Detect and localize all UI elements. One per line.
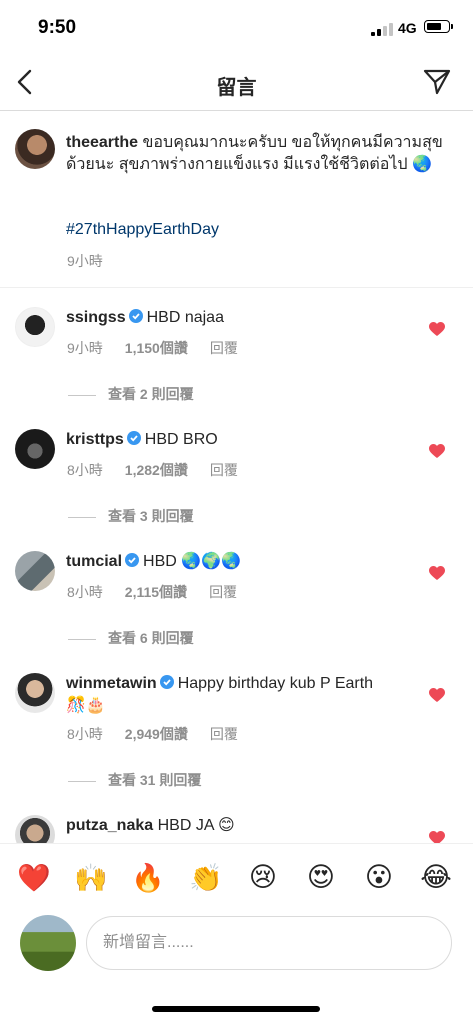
caption-text-block: theearthe ขอบคุณมากนะครับบ ขอให้ทุกคนมีค… bbox=[66, 132, 461, 176]
comment-time: 8小時 bbox=[67, 726, 103, 742]
comment-meta: 8小時 2,115個讚 回覆 bbox=[67, 582, 237, 602]
liked-heart-icon[interactable] bbox=[429, 444, 445, 459]
commenter-avatar[interactable] bbox=[15, 673, 55, 713]
header-divider bbox=[0, 110, 473, 111]
emoji-heart-button[interactable]: ❤️ bbox=[16, 862, 52, 894]
verified-badge-icon bbox=[159, 675, 174, 689]
comment-text-block: putza_naka HBD JA 😊 bbox=[66, 815, 396, 837]
comment-likes[interactable]: 2,115個讚 bbox=[125, 584, 187, 600]
comment-meta: 9小時 1,150個讚 回覆 bbox=[67, 338, 238, 358]
comment-likes[interactable]: 1,282個讚 bbox=[125, 462, 188, 478]
comment-text-block: tumcial HBD 🌏🌍🌏 bbox=[66, 551, 396, 573]
comment-username[interactable]: tumcial bbox=[66, 553, 122, 570]
commenter-avatar[interactable] bbox=[15, 429, 55, 469]
comment-time: 8小時 bbox=[67, 584, 103, 600]
caption-author-avatar[interactable] bbox=[15, 129, 55, 169]
verified-badge-icon bbox=[128, 309, 143, 323]
comment-meta: 8小時 1,282個讚 回覆 bbox=[67, 460, 238, 480]
caption-hashtag[interactable]: #27thHappyEarthDay bbox=[66, 221, 219, 239]
battery-level bbox=[427, 23, 441, 30]
comment-likes[interactable]: 1,150個讚 bbox=[125, 340, 188, 356]
liked-heart-icon[interactable] bbox=[429, 322, 445, 337]
cellular-signal-icon bbox=[371, 23, 393, 36]
home-indicator[interactable] bbox=[152, 1006, 320, 1012]
liked-heart-icon[interactable] bbox=[429, 566, 445, 581]
verified-badge-icon bbox=[126, 431, 141, 445]
verified-badge-icon bbox=[125, 553, 140, 567]
reply-button[interactable]: 回覆 bbox=[210, 340, 238, 356]
emoji-raising-hands-button[interactable]: 🙌 bbox=[73, 862, 109, 894]
comment-username[interactable]: kristtps bbox=[66, 431, 124, 448]
liked-heart-icon[interactable] bbox=[429, 688, 445, 703]
current-user-avatar bbox=[20, 915, 76, 971]
comment-time: 8小時 bbox=[67, 462, 103, 478]
view-replies-button[interactable]: 查看 31 則回覆 bbox=[68, 770, 201, 790]
comment-likes[interactable]: 2,949個讚 bbox=[125, 726, 188, 742]
caption-username[interactable]: theearthe bbox=[66, 134, 138, 151]
emoji-crying-button[interactable]: 😢 bbox=[245, 862, 281, 893]
status-time: 9:50 bbox=[38, 17, 77, 38]
page-title: 留言 bbox=[216, 77, 257, 99]
view-replies-button[interactable]: 查看 3 則回覆 bbox=[68, 506, 194, 526]
comment-username[interactable]: putza_naka bbox=[66, 817, 153, 834]
view-replies-button[interactable]: 查看 6 則回覆 bbox=[68, 628, 194, 648]
comment-meta: 8小時 2,949個讚 回覆 bbox=[67, 724, 238, 744]
emoji-quick-bar: ❤️ 🙌 🔥 👏 😢 😍 😮 😂 bbox=[0, 843, 473, 914]
comment-time: 9小時 bbox=[67, 340, 103, 356]
comment-text: HBD BRO bbox=[144, 431, 218, 448]
commenter-avatar[interactable] bbox=[15, 551, 55, 591]
reply-button[interactable]: 回覆 bbox=[210, 726, 238, 742]
emoji-clapping-button[interactable]: 👏 bbox=[188, 862, 224, 894]
comment-username[interactable]: winmetawin bbox=[66, 675, 157, 692]
comment-text-block: winmetawin Happy birthday kub P Earth 🎊🎂 bbox=[66, 673, 386, 717]
comment-text-block: ssingss HBD najaa bbox=[66, 307, 396, 329]
direct-send-icon[interactable] bbox=[423, 68, 451, 96]
comment-text: HBD najaa bbox=[146, 309, 224, 326]
comment-text-block: kristtps HBD BRO bbox=[66, 429, 396, 451]
network-type: 4G bbox=[398, 20, 417, 36]
battery-icon bbox=[424, 20, 453, 33]
caption-time: 9小時 bbox=[67, 253, 103, 269]
comment-username[interactable]: ssingss bbox=[66, 309, 126, 326]
comment-input[interactable]: 新增留言...... bbox=[86, 916, 452, 970]
caption-divider bbox=[0, 287, 473, 288]
comment-text: HBD 🌏🌍🌏 bbox=[143, 553, 242, 570]
emoji-surprised-button[interactable]: 😮 bbox=[361, 862, 397, 893]
reply-button[interactable]: 回覆 bbox=[210, 462, 238, 478]
view-replies-button[interactable]: 查看 2 則回覆 bbox=[68, 384, 194, 404]
comment-text: HBD JA 😊 bbox=[157, 817, 235, 834]
reply-button[interactable]: 回覆 bbox=[209, 584, 237, 600]
emoji-heart-eyes-button[interactable]: 😍 bbox=[303, 862, 339, 893]
emoji-fire-button[interactable]: 🔥 bbox=[130, 862, 166, 894]
commenter-avatar[interactable] bbox=[15, 307, 55, 347]
emoji-laughing-button[interactable]: 😂 bbox=[418, 862, 454, 893]
